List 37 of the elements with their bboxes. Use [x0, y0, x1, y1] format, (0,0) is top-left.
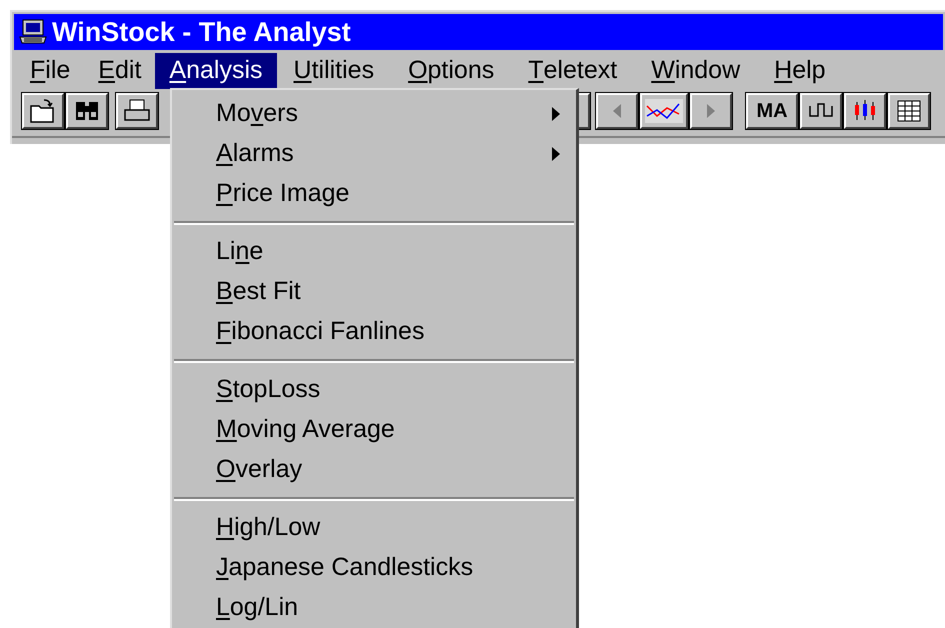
menu-entry[interactable]: StopLoss	[172, 370, 576, 410]
menu-entry[interactable]: High/Low	[172, 508, 576, 548]
computer-icon	[18, 18, 48, 46]
right-arrow-icon	[707, 104, 715, 118]
menu-item[interactable]: Help	[757, 53, 843, 89]
menu-item[interactable]: Window	[634, 53, 758, 89]
menu-entry[interactable]: Moving Average	[172, 410, 576, 450]
menu-entry[interactable]: Alarms	[172, 134, 576, 174]
toolbar-button[interactable]: MA	[746, 93, 798, 129]
menu-item[interactable]: Edit	[84, 53, 156, 89]
toolbar-button[interactable]	[22, 93, 64, 129]
line-chart-icon	[643, 96, 685, 126]
left-arrow-icon	[613, 104, 621, 118]
menu-entry[interactable]: Line	[172, 232, 576, 272]
menu-entry[interactable]: Log/Lin	[172, 588, 576, 628]
menu-item[interactable]: Analysis	[155, 53, 276, 89]
menu-entry[interactable]: Best Fit	[172, 272, 576, 312]
submenu-arrow-icon	[552, 107, 560, 121]
menu-entry[interactable]: Overlay	[172, 450, 576, 490]
toolbar-button[interactable]	[116, 93, 158, 129]
menu-entry[interactable]: Movers	[172, 94, 576, 134]
toolbar-button[interactable]	[640, 93, 688, 129]
toolbar-button[interactable]	[596, 93, 638, 129]
submenu-arrow-icon	[552, 147, 560, 161]
toolbar-button[interactable]	[844, 93, 886, 129]
window-title: WinStock - The Analyst	[52, 18, 351, 46]
toolbar-button[interactable]	[800, 93, 842, 129]
toolbar-button[interactable]	[690, 93, 732, 129]
menu-entry[interactable]: Price Image	[172, 174, 576, 214]
menu-item[interactable]: Teletext	[511, 53, 634, 89]
toolbar-button[interactable]	[66, 93, 108, 129]
toolbar-button[interactable]	[888, 93, 930, 129]
menu-item[interactable]: Utilities	[276, 53, 392, 89]
menu-item[interactable]: File	[16, 53, 84, 89]
menu-entry[interactable]: Fibonacci Fanlines	[172, 312, 576, 352]
menu-entry[interactable]: Japanese Candlesticks	[172, 548, 576, 588]
menu-item[interactable]: Options	[391, 53, 512, 89]
